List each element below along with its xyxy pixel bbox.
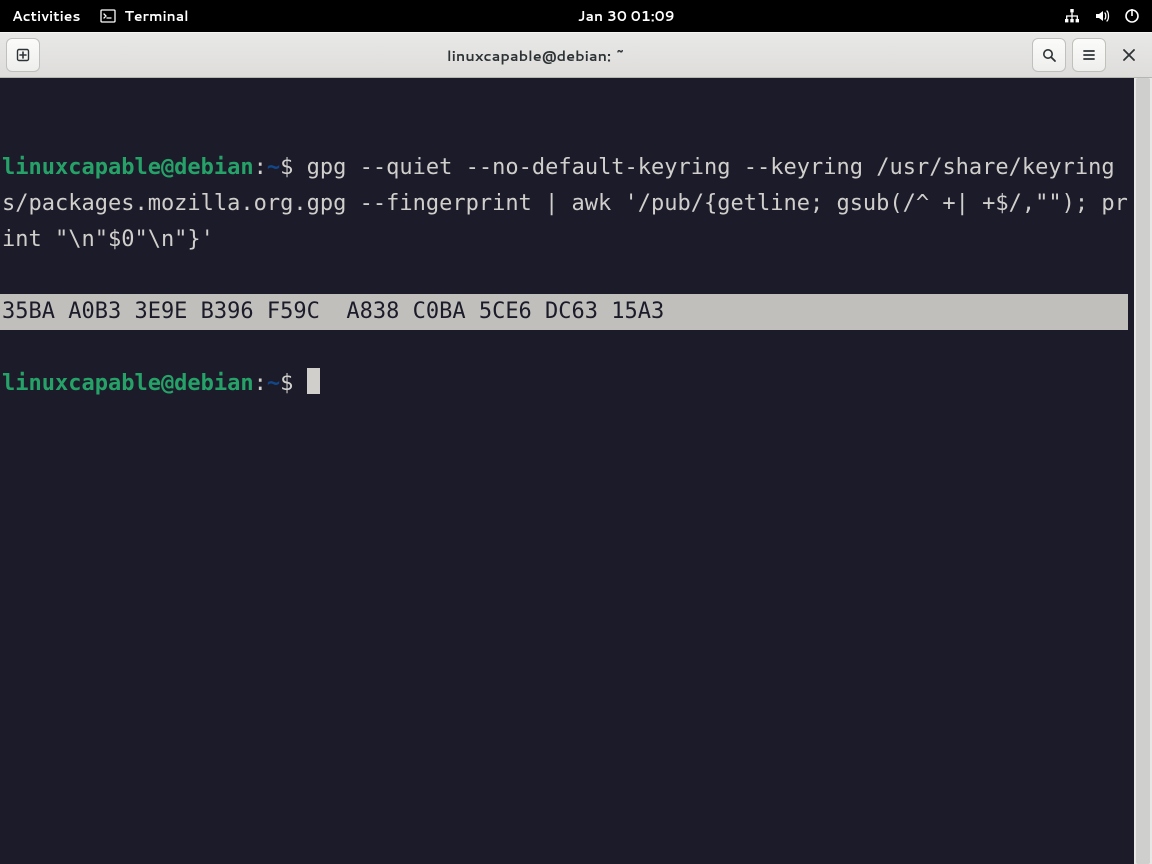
prompt-path: ~ bbox=[267, 371, 280, 396]
hamburger-menu-button[interactable] bbox=[1072, 38, 1106, 72]
volume-icon bbox=[1094, 8, 1110, 24]
prompt-colon: : bbox=[254, 155, 267, 180]
blank-line bbox=[2, 330, 1128, 366]
active-app-indicator[interactable]: Terminal bbox=[100, 6, 188, 26]
network-icon bbox=[1064, 8, 1080, 24]
gnome-top-panel: Activities Terminal Jan 30 01:09 bbox=[0, 0, 1152, 32]
panel-clock[interactable]: Jan 30 01:09 bbox=[189, 6, 1064, 26]
blank-line bbox=[2, 258, 1128, 294]
active-app-name: Terminal bbox=[124, 6, 188, 26]
terminal-app-icon bbox=[100, 8, 116, 24]
close-window-button[interactable] bbox=[1112, 38, 1146, 72]
window-titlebar: linuxcapable@debian: ~ bbox=[0, 32, 1152, 78]
panel-left: Activities Terminal bbox=[12, 6, 189, 26]
terminal-cursor bbox=[307, 368, 320, 394]
activities-button[interactable]: Activities bbox=[12, 6, 80, 26]
terminal-scrollbar[interactable] bbox=[1134, 78, 1152, 864]
panel-status-area[interactable] bbox=[1064, 8, 1140, 24]
power-icon bbox=[1124, 8, 1140, 24]
fingerprint-output: 35BA A0B3 3E9E B396 F59C A838 C0BA 5CE6 … bbox=[0, 294, 1128, 330]
terminal-viewport[interactable]: linuxcapable@debian:~$ gpg --quiet --no-… bbox=[0, 78, 1152, 864]
prompt-path: ~ bbox=[267, 155, 280, 180]
new-tab-button[interactable] bbox=[6, 38, 40, 72]
prompt-colon: : bbox=[254, 371, 267, 396]
prompt-user: linuxcapable@debian bbox=[2, 155, 254, 180]
search-button[interactable] bbox=[1032, 38, 1066, 72]
prompt-user: linuxcapable@debian bbox=[2, 371, 254, 396]
terminal-content: linuxcapable@debian:~$ gpg --quiet --no-… bbox=[0, 150, 1128, 402]
prompt-symbol: $ bbox=[280, 371, 293, 396]
prompt-symbol: $ bbox=[280, 155, 293, 180]
scrollbar-thumb[interactable] bbox=[1136, 78, 1150, 864]
window-title: linuxcapable@debian: ~ bbox=[46, 45, 1026, 66]
